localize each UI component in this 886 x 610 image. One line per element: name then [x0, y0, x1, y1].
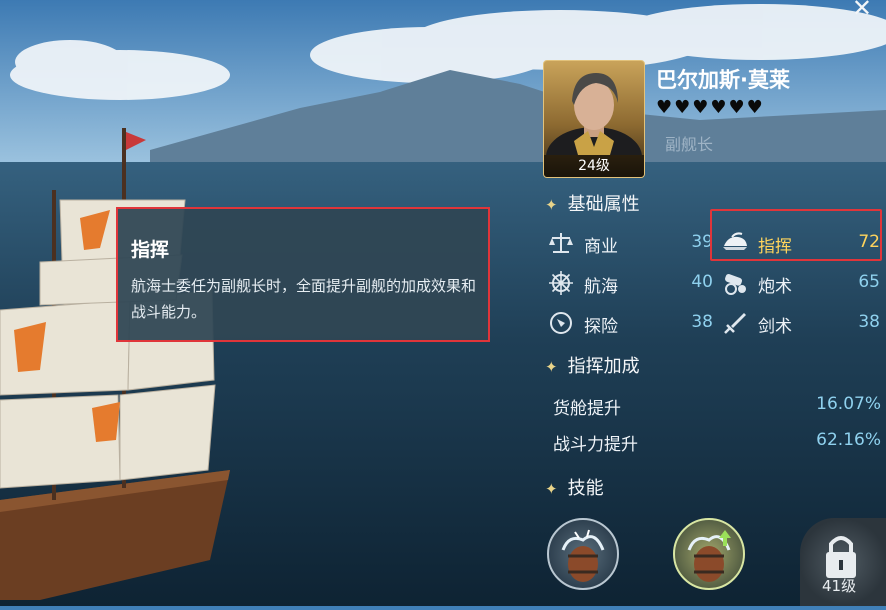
tooltip-description: 航海士委任为副舰长时，全面提升副舰的加成效果和战斗能力。	[131, 277, 477, 321]
attribute-label: 商业	[584, 237, 618, 257]
attribute-tooltip: 指挥 航海士委任为副舰长时，全面提升副舰的加成效果和战斗能力。	[116, 207, 490, 342]
attribute-navigation[interactable]: 航海 40	[548, 266, 713, 300]
attribute-swordsmanship[interactable]: 剑术 38	[722, 306, 880, 340]
highlight-box-command	[710, 209, 882, 261]
stat-combat-bonus: 战斗力提升 62.16%	[553, 426, 881, 456]
attribute-label: 探险	[584, 317, 618, 337]
sword-icon	[724, 313, 746, 334]
tooltip-title: 指挥	[131, 239, 170, 261]
stat-value: 16.07%	[816, 394, 881, 414]
officer-portrait: 24级	[543, 60, 645, 178]
compass-icon	[550, 312, 572, 334]
ship-wheel-icon	[549, 271, 573, 295]
skill-slot-locked[interactable]: 41级	[800, 518, 886, 606]
attribute-label: 炮术	[758, 277, 792, 297]
officer-level: 24级	[544, 155, 644, 177]
attribute-value: 65	[858, 272, 880, 292]
barrel-splash-icon	[561, 529, 605, 582]
attribute-gunnery[interactable]: 炮术 65	[722, 266, 880, 300]
skill-slot-1[interactable]	[547, 518, 619, 590]
stat-label: 战斗力提升	[553, 435, 638, 455]
section-title: 指挥加成	[567, 356, 640, 377]
officer-name: 巴尔加斯·莫莱	[656, 68, 790, 92]
section-command-bonus: ✦ 指挥加成	[545, 352, 640, 378]
stat-cargo-bonus: 货舱提升 16.07%	[553, 390, 881, 420]
scales-icon	[549, 233, 573, 253]
attribute-label: 航海	[584, 277, 618, 297]
attribute-commerce[interactable]: 商业 39	[548, 226, 713, 260]
section-basic-attributes: ✦ 基础属性	[545, 190, 640, 216]
cannon-icon	[725, 274, 746, 295]
sparkle-icon: ✦	[545, 196, 558, 214]
officer-avatar	[546, 73, 642, 177]
sparkle-icon: ✦	[545, 358, 558, 376]
sparkle-icon: ✦	[545, 480, 558, 498]
attribute-value: 38	[858, 312, 880, 332]
attribute-value: 38	[691, 312, 713, 332]
stat-label: 货舱提升	[553, 399, 621, 419]
attribute-exploration[interactable]: 探险 38	[548, 306, 713, 340]
close-icon[interactable]: ✕	[852, 0, 872, 22]
section-title: 基础属性	[567, 194, 640, 215]
attribute-value: 40	[691, 272, 713, 292]
rarity-hearts: ♥♥♥♥♥♥	[656, 97, 765, 118]
section-skills: ✦ 技能	[545, 474, 604, 500]
unlock-level: 41级	[822, 577, 857, 595]
barrel-upgrade-icon	[687, 530, 731, 582]
skill-slot-2[interactable]	[673, 518, 745, 590]
stat-value: 62.16%	[816, 430, 881, 450]
officer-role: 副舰长	[665, 135, 714, 154]
section-title: 技能	[567, 478, 604, 499]
attribute-label: 剑术	[758, 317, 792, 337]
